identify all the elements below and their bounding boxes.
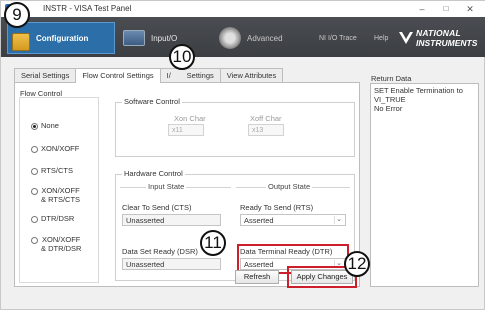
refresh-button[interactable]: Refresh: [235, 270, 279, 284]
radio-label-rts-cts: RTS/CTS: [41, 166, 73, 175]
radio-label-xon-xoff-rts-cts: XON/XOFF & RTS/CTS: [41, 186, 81, 204]
cts-value: Unasserted: [122, 214, 221, 226]
dsr-label: Data Set Ready (DSR): [122, 247, 198, 256]
input-output-button[interactable]: Input/O: [123, 25, 177, 51]
tab-settings[interactable]: Settings: [180, 68, 221, 82]
radio-dot[interactable]: [31, 216, 38, 223]
radio-dot[interactable]: [31, 168, 38, 175]
flow-control-panel: Flow Control None XON/XOFF RTS/CTS XON/X…: [14, 82, 360, 288]
minimize-button[interactable]: –: [411, 2, 433, 16]
dsr-value: Unasserted: [122, 258, 221, 270]
radio-label-xon-xoff-dtr-dsr: XON/XOFF & DTR/DSR: [41, 235, 82, 253]
help-link[interactable]: Help: [374, 25, 388, 51]
radio-dot[interactable]: [31, 146, 38, 153]
ni-logo-line2: INSTRUMENTS: [416, 38, 478, 48]
hardware-control-group: Hardware Control Input State Output Stat…: [115, 169, 355, 281]
radio-dot[interactable]: [31, 237, 38, 244]
radio-dot[interactable]: [31, 188, 38, 195]
radio-dot-selected[interactable]: [31, 123, 38, 130]
advanced-label: Advanced: [247, 33, 283, 43]
return-data-label: Return Data: [371, 74, 412, 83]
tab-flow-control-settings[interactable]: Flow Control Settings: [75, 68, 161, 83]
tab-strip: Serial Settings Flow Control Settings I/…: [14, 68, 284, 83]
title-bar: INSTR - VISA Test Panel – □ ✕: [1, 1, 485, 17]
tab-view-attributes[interactable]: View Attributes: [219, 68, 284, 82]
callout-9: 9: [4, 2, 30, 28]
radio-xon-xoff-dtr-dsr[interactable]: XON/XOFF & DTR/DSR: [31, 235, 82, 253]
rts-label: Ready To Send (RTS): [240, 203, 314, 212]
input-output-icon: [123, 30, 145, 46]
xon-char-field[interactable]: x11: [168, 124, 204, 136]
radio-label-line2: & RTS/CTS: [41, 194, 81, 204]
software-control-group: Software Control Xon Char x11 Xoff Char …: [115, 97, 355, 157]
advanced-button[interactable]: Advanced: [219, 25, 283, 51]
input-state-title: Input State: [146, 182, 187, 191]
toolbar: Configuration Input/O Advanced NI I/O Tr…: [1, 17, 485, 57]
callout-11: 11: [200, 230, 226, 256]
visa-test-panel-window: INSTR - VISA Test Panel – □ ✕ Configurat…: [0, 0, 485, 310]
radio-xon-xoff-rts-cts[interactable]: XON/XOFF & RTS/CTS: [31, 186, 81, 204]
output-state-title: Output State: [266, 182, 313, 191]
cts-label: Clear To Send (CTS): [122, 203, 192, 212]
ni-logo-line1: NATIONAL: [416, 28, 461, 38]
configuration-icon: [12, 33, 30, 51]
rts-select[interactable]: Asserted ⌄: [240, 214, 346, 226]
configuration-button[interactable]: Configuration: [7, 22, 115, 54]
radio-none[interactable]: None: [31, 121, 59, 131]
window-title: INSTR - VISA Test Panel: [43, 4, 132, 13]
xon-char-label: Xon Char: [174, 114, 206, 123]
ni-eagle-mark-icon: [399, 32, 413, 44]
ni-io-trace-link[interactable]: NI I/O Trace: [319, 25, 357, 51]
tab-serial-settings[interactable]: Serial Settings: [14, 68, 77, 82]
configuration-label: Configuration: [36, 33, 89, 43]
radio-label-line2: & DTR/DSR: [41, 243, 82, 253]
xoff-char-label: Xoff Char: [250, 114, 282, 123]
radio-label-dtr-dsr: DTR/DSR: [41, 214, 75, 223]
radio-rts-cts[interactable]: RTS/CTS: [31, 166, 73, 176]
radio-label-xon-xoff: XON/XOFF: [41, 144, 80, 153]
maximize-button[interactable]: □: [435, 2, 457, 16]
national-instruments-logo: NATIONAL INSTRUMENTS: [398, 27, 484, 51]
return-data-line: No Error: [374, 104, 403, 113]
hardware-control-title: Hardware Control: [122, 169, 185, 178]
chevron-down-icon[interactable]: ⌄: [334, 216, 343, 224]
callout-10: 10: [169, 44, 195, 70]
tab-io[interactable]: I/: [159, 68, 182, 82]
advanced-gear-icon: [219, 27, 241, 49]
radio-label-none: None: [41, 121, 59, 130]
rts-selected-value: Asserted: [244, 216, 274, 225]
xoff-char-field[interactable]: x13: [248, 124, 284, 136]
return-data-line: SET Enable Termination to: [374, 86, 463, 95]
callout-12: 12: [344, 251, 370, 277]
close-button[interactable]: ✕: [459, 2, 481, 16]
return-data-line: VI_TRUE: [374, 95, 406, 104]
software-control-title: Software Control: [122, 97, 182, 106]
radio-xon-xoff[interactable]: XON/XOFF: [31, 144, 80, 154]
radio-dtr-dsr[interactable]: DTR/DSR: [31, 214, 75, 224]
input-output-label: Input/O: [151, 33, 178, 43]
return-data-textarea[interactable]: SET Enable Termination to VI_TRUE No Err…: [370, 83, 479, 287]
